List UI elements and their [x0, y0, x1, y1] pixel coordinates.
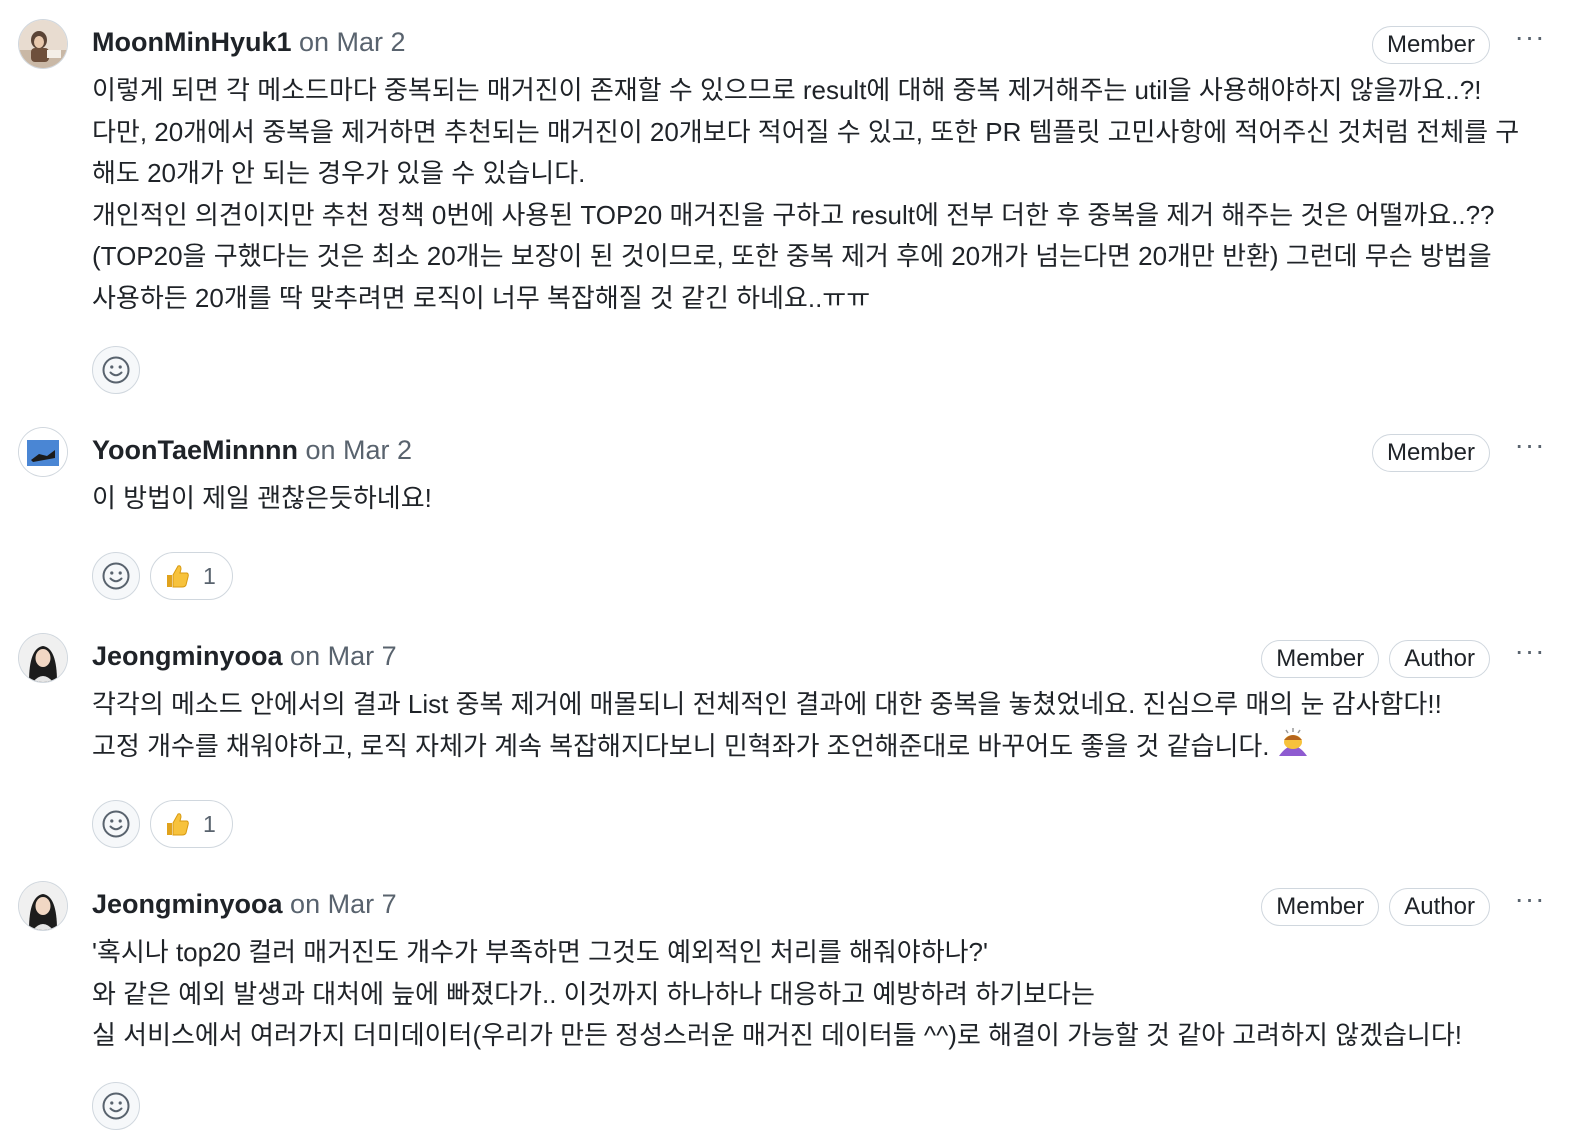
author-name[interactable]: YoonTaeMinnnn: [92, 435, 298, 465]
comment-body: 이렇게 되면 각 메소드마다 중복되는 매거진이 존재할 수 있으므로 resu…: [92, 70, 1550, 320]
comment-body: 각각의 메소드 안에서의 결과 List 중복 제거에 매몰되니 전체적인 결과…: [92, 684, 1550, 767]
comment-line: 개인적인 의견이지만 추천 정책 0번에 사용된 TOP20 매거진을 구하고 …: [92, 199, 1495, 230]
kebab-menu-icon[interactable]: ···: [1510, 637, 1550, 668]
member-badge: Member: [1371, 26, 1490, 64]
smiley-icon: [102, 356, 130, 384]
badges: Member Author: [1261, 888, 1490, 926]
comment-line: 이 방법이 제일 괜찮은듯하네요!: [92, 483, 432, 513]
avatar[interactable]: [19, 20, 67, 68]
author-name[interactable]: Jeongminyooa: [92, 641, 283, 671]
avatar[interactable]: [19, 882, 67, 930]
comment: Jeongminyooa on Mar 7 Member Author ··· …: [0, 634, 1574, 854]
comment-header: Jeongminyooa on Mar 7: [92, 638, 397, 674]
kebab-menu-icon[interactable]: ···: [1510, 23, 1550, 54]
member-badge: Member: [1371, 434, 1490, 472]
smiley-icon: [102, 1092, 130, 1120]
comment-line: 사용하든 20개를 딱 맞추려면 로직이 너무 복잡해질 것 같긴 하네요..ㅠ…: [92, 282, 871, 313]
comment-header: Jeongminyooa on Mar 7: [92, 886, 397, 922]
member-badge: Member: [1261, 640, 1380, 678]
thumbs-up-reaction[interactable]: 1: [150, 552, 233, 600]
author-name[interactable]: Jeongminyooa: [92, 889, 283, 919]
avatar[interactable]: [19, 428, 67, 476]
comment-date[interactable]: on Mar 7: [290, 641, 397, 671]
bowing-person-emoji-icon: [1278, 727, 1307, 756]
comment-date[interactable]: on Mar 2: [299, 27, 406, 57]
comment: YoonTaeMinnnn on Mar 2 Member ··· 이 방법이 …: [0, 428, 1574, 608]
reactions-bar: [92, 1082, 140, 1130]
reactions-bar: 1: [92, 800, 233, 848]
comment: Jeongminyooa on Mar 7 Member Author ··· …: [0, 882, 1574, 1142]
comment-body: 이 방법이 제일 괜찮은듯하네요!: [92, 478, 1550, 520]
avatar-photo-icon: [19, 20, 67, 68]
reactions-bar: [92, 346, 140, 394]
kebab-menu-icon[interactable]: ···: [1510, 885, 1550, 916]
author-badge: Author: [1389, 640, 1490, 678]
comment: MoonMinHyuk1 on Mar 2 Member ··· 이렇게 되면 …: [0, 20, 1574, 400]
comment-line: 다만, 20개에서 중복을 제거하면 추천되는 매거진이 20개보다 적어질 수…: [92, 116, 1520, 147]
badges: Member: [1371, 434, 1490, 472]
badges: Member Author: [1261, 640, 1490, 678]
comment-date[interactable]: on Mar 7: [290, 889, 397, 919]
comment-line: 와 같은 예외 발생과 대처에 늪에 빠졌다가.. 이것까지 하나하나 대응하고…: [92, 978, 1095, 1009]
comment-line-text: 고정 개수를 채워야하고, 로직 자체가 계속 복잡해지다보니 민혁좌가 조언해…: [92, 730, 1270, 761]
comment-date[interactable]: on Mar 2: [305, 435, 412, 465]
reaction-count: 1: [203, 562, 216, 589]
comment-header: MoonMinHyuk1 on Mar 2: [92, 24, 406, 60]
thumbs-up-icon: [167, 813, 189, 836]
member-badge: Member: [1261, 888, 1380, 926]
comment-line: 각각의 메소드 안에서의 결과 List 중복 제거에 매몰되니 전체적인 결과…: [92, 689, 1442, 719]
kebab-menu-icon[interactable]: ···: [1510, 431, 1550, 462]
thumbs-up-icon: [167, 565, 189, 588]
reaction-count: 1: [203, 810, 216, 837]
comment-header: YoonTaeMinnnn on Mar 2: [92, 432, 412, 468]
comment-line: 실 서비스에서 여러가지 더미데이터(우리가 만든 정성스러운 매거진 데이터들…: [92, 1020, 1462, 1051]
comment-line: 해도 20개가 안 되는 경우가 있을 수 있습니다.: [92, 158, 586, 189]
comment-line: '혹시나 top20 컬러 매거진도 개수가 부족하면 그것도 예외적인 처리를…: [92, 937, 988, 967]
comment-line: (TOP20을 구했다는 것은 최소 20개는 보장이 된 것이므로, 또한 중…: [92, 241, 1492, 272]
author-name[interactable]: MoonMinHyuk1: [92, 27, 292, 57]
reactions-bar: 1: [92, 552, 233, 600]
avatar-photo-icon: [19, 634, 67, 682]
avatar[interactable]: [19, 634, 67, 682]
thumbs-up-reaction[interactable]: 1: [150, 800, 233, 848]
author-badge: Author: [1389, 888, 1490, 926]
comment-line: 이렇게 되면 각 메소드마다 중복되는 매거진이 존재할 수 있으므로 resu…: [92, 75, 1482, 105]
avatar-photo-icon: [19, 428, 67, 476]
add-reaction-button[interactable]: [92, 552, 140, 600]
comment-line: 고정 개수를 채워야하고, 로직 자체가 계속 복잡해지다보니 민혁좌가 조언해…: [92, 726, 1550, 768]
badges: Member: [1371, 26, 1490, 64]
smiley-icon: [102, 562, 130, 590]
smiley-icon: [102, 810, 130, 838]
add-reaction-button[interactable]: [92, 346, 140, 394]
add-reaction-button[interactable]: [92, 1082, 140, 1130]
avatar-photo-icon: [19, 882, 67, 930]
add-reaction-button[interactable]: [92, 800, 140, 848]
comment-body: '혹시나 top20 컬러 매거진도 개수가 부족하면 그것도 예외적인 처리를…: [92, 932, 1550, 1057]
